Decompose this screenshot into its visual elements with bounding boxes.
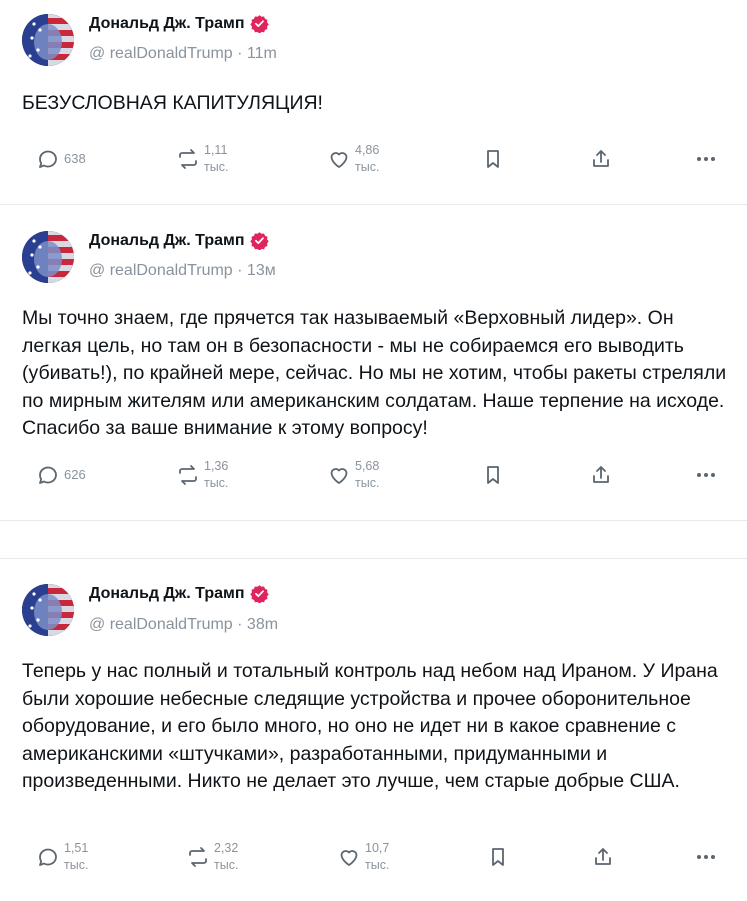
like-count: 4,86	[355, 143, 380, 157]
share-button[interactable]	[591, 835, 615, 879]
bookmark-button[interactable]	[486, 835, 510, 879]
post-actions: 1,51 тыс. 2,32 тыс. 10,7 тыс.	[0, 835, 747, 879]
post[interactable]: Дональд Дж. Трамп @ realDonaldTrump · 13…	[0, 205, 747, 520]
share-upload-icon	[593, 150, 609, 167]
reply-count: 1,51	[64, 841, 89, 855]
reply-button[interactable]: 626	[36, 453, 86, 497]
like-button[interactable]: 5,68 тыс.	[327, 453, 379, 497]
post-actions: 626 1,36 тыс. 5,68 тыс.	[0, 453, 747, 497]
verified-badge-icon	[249, 232, 269, 250]
reply-button[interactable]: 638	[36, 137, 86, 181]
reply-bubble-icon	[39, 848, 57, 866]
post-handle-time[interactable]: @ realDonaldTrump · 11m	[89, 45, 277, 63]
verified-badge-icon	[249, 15, 269, 33]
more-button[interactable]	[694, 835, 718, 879]
more-button[interactable]	[694, 137, 718, 181]
bookmark-button[interactable]	[481, 137, 505, 181]
author-name-text: Дональд Дж. Трамп	[89, 14, 245, 32]
reply-bubble-icon	[39, 150, 57, 168]
reply-count: 638	[64, 151, 86, 166]
like-button[interactable]: 4,86 тыс.	[327, 137, 379, 181]
avatar-flag-portrait-icon	[22, 14, 74, 66]
repost-button[interactable]: 1,11 тыс.	[176, 137, 228, 181]
more-button[interactable]	[694, 453, 718, 497]
like-count: 5,68	[355, 459, 380, 473]
post-handle-time[interactable]: @ realDonaldTrump · 38m	[89, 616, 278, 634]
verified-badge-icon	[249, 585, 269, 603]
repost-count-unit: тыс.	[204, 160, 229, 174]
repost-arrows-icon	[179, 465, 197, 485]
share-upload-icon	[595, 848, 611, 865]
feed-gap	[0, 521, 747, 558]
repost-count: 1,36	[204, 459, 229, 473]
heart-icon	[330, 152, 348, 168]
share-button[interactable]	[589, 137, 613, 181]
repost-count-unit: тыс.	[214, 858, 239, 872]
repost-count-unit: тыс.	[204, 476, 229, 490]
repost-count: 2,32	[214, 841, 239, 855]
bookmark-icon	[487, 466, 499, 484]
repost-button[interactable]: 2,32 тыс.	[186, 835, 238, 879]
like-count: 10,7	[365, 841, 390, 855]
avatar[interactable]	[22, 14, 74, 66]
post-handle-time[interactable]: @ realDonaldTrump · 13м	[89, 262, 276, 280]
more-dots-icon	[697, 473, 715, 477]
avatar-flag-portrait-icon	[22, 584, 74, 636]
author-name[interactable]: Дональд Дж. Трамп	[89, 231, 269, 250]
more-dots-icon	[697, 855, 715, 859]
feed: Дональд Дж. Трамп @ realDonaldTrump · 11…	[0, 0, 747, 901]
post-text: Теперь у нас полный и тотальный контроль…	[22, 660, 718, 792]
like-count-unit: тыс.	[355, 476, 380, 490]
post-actions: 638 1,11 тыс. 4,86 тыс.	[0, 137, 747, 181]
repost-count: 1,11	[204, 143, 228, 157]
reply-count: 626	[64, 467, 86, 482]
like-button[interactable]: 10,7 тыс.	[337, 835, 389, 879]
author-name-text: Дональд Дж. Трамп	[89, 584, 245, 602]
post[interactable]: Дональд Дж. Трамп @ realDonaldTrump · 11…	[0, 0, 747, 204]
repost-button[interactable]: 1,36 тыс.	[176, 453, 228, 497]
more-dots-icon	[697, 157, 715, 161]
avatar[interactable]	[22, 231, 74, 283]
post-text: Мы точно знаем, где прячется так называе…	[22, 307, 727, 439]
share-upload-icon	[593, 466, 609, 483]
author-name-text: Дональд Дж. Трамп	[89, 231, 245, 249]
repost-arrows-icon	[189, 847, 207, 867]
repost-arrows-icon	[179, 149, 197, 169]
reply-count-unit: тыс.	[64, 858, 89, 872]
reply-button[interactable]: 1,51 тыс.	[36, 835, 88, 879]
bookmark-icon	[492, 848, 504, 866]
like-count-unit: тыс.	[365, 858, 390, 872]
reply-bubble-icon	[39, 466, 57, 484]
heart-icon	[330, 468, 348, 484]
like-count-unit: тыс.	[355, 160, 380, 174]
author-name[interactable]: Дональд Дж. Трамп	[89, 584, 269, 603]
post[interactable]: Дональд Дж. Трамп @ realDonaldTrump · 38…	[0, 559, 747, 901]
avatar[interactable]	[22, 584, 74, 636]
bookmark-button[interactable]	[481, 453, 505, 497]
author-name[interactable]: Дональд Дж. Трамп	[89, 14, 269, 33]
bookmark-icon	[487, 150, 499, 168]
share-button[interactable]	[589, 453, 613, 497]
post-text: БЕЗУСЛОВНАЯ КАПИТУЛЯЦИЯ!	[22, 92, 323, 114]
heart-icon	[340, 850, 358, 866]
avatar-flag-portrait-icon	[22, 231, 74, 283]
